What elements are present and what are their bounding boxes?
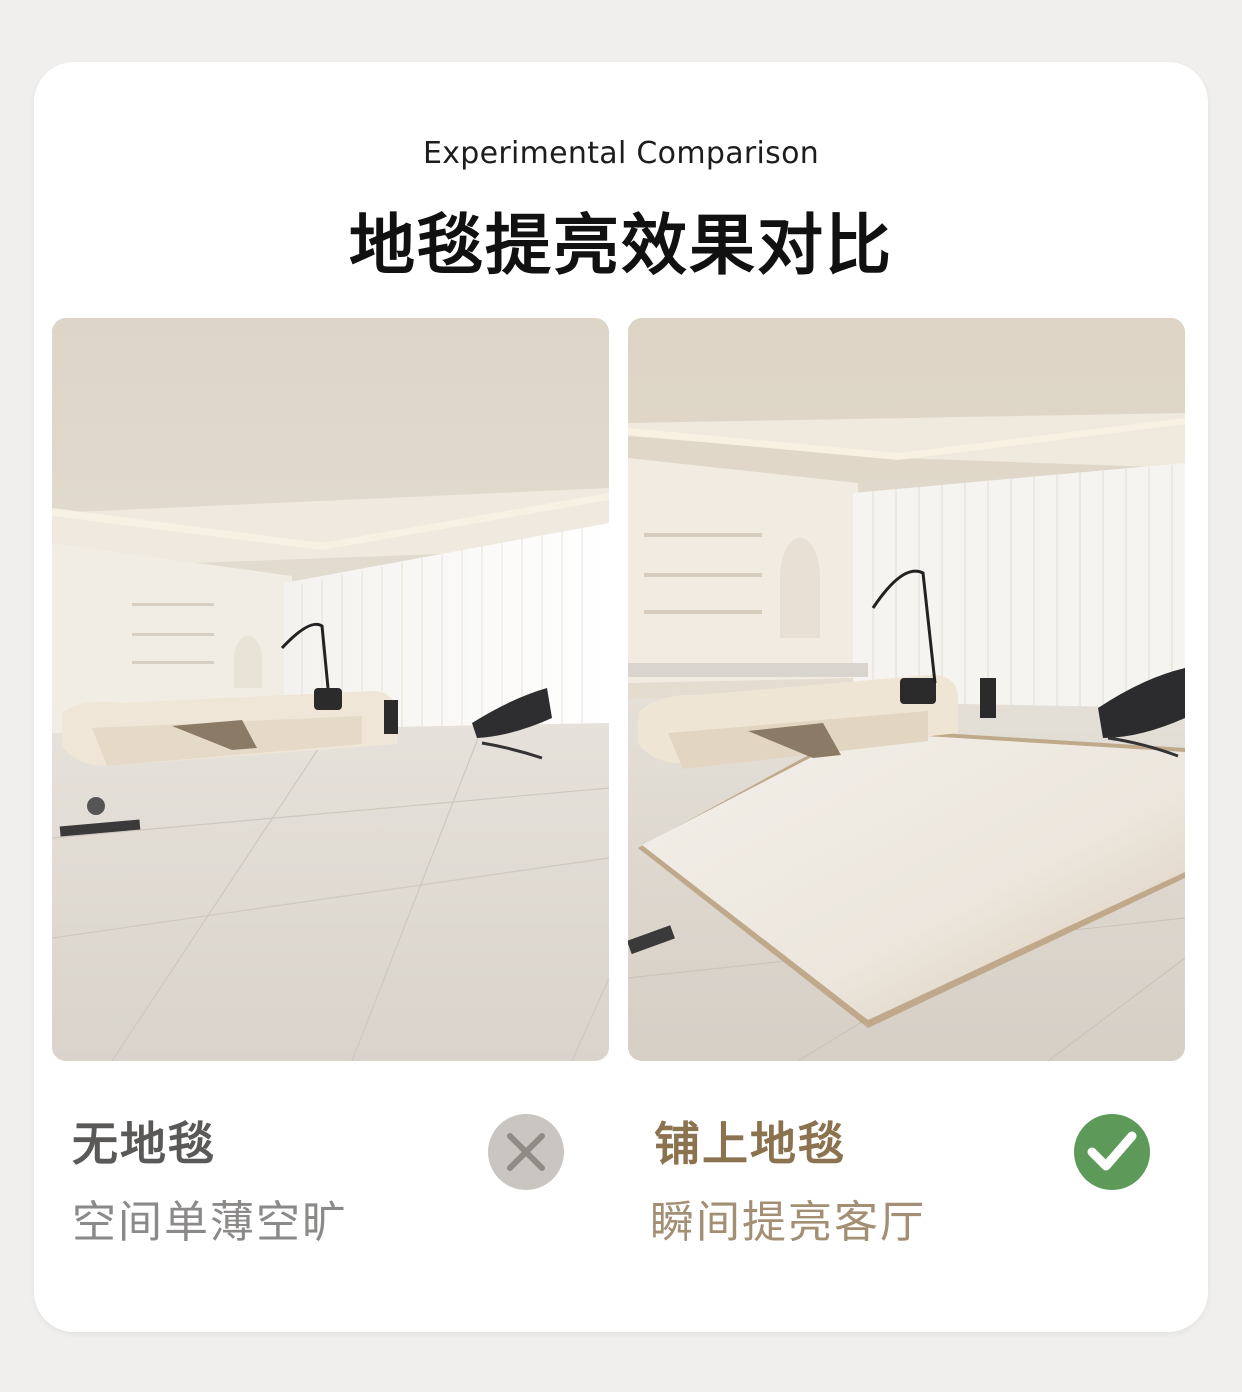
room-with-rug-image <box>628 318 1185 1061</box>
comparison-card: Experimental Comparison 地毯提亮效果对比 无地毯 空间单… <box>34 62 1208 1332</box>
with-rug-label: 铺上地毯 <box>654 1117 846 1171</box>
header-title: 地毯提亮效果对比 <box>349 207 893 284</box>
header-subtitle: Experimental Comparison <box>422 136 820 171</box>
without-rug-label: 无地毯 <box>72 1117 216 1171</box>
check-icon <box>1074 1114 1150 1190</box>
with-rug-caption: 瞬间提亮客厅 <box>650 1197 926 1248</box>
room-without-rug-image <box>52 318 609 1061</box>
x-mark-icon <box>488 1114 564 1190</box>
without-rug-caption: 空间单薄空旷 <box>72 1197 348 1248</box>
